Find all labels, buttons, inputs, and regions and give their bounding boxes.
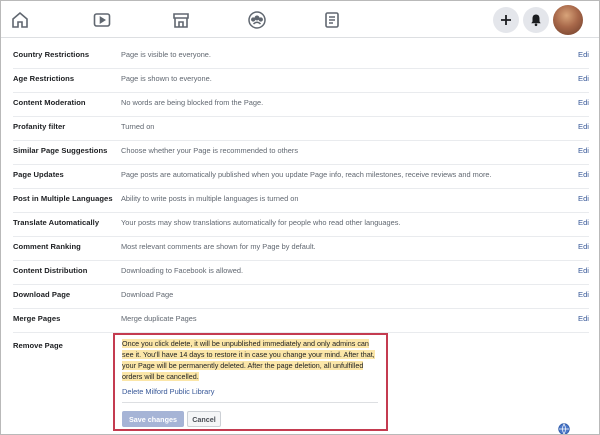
marketplace-icon[interactable] <box>170 9 192 31</box>
settings-row[interactable]: Content Distribution Downloading to Face… <box>1 261 599 285</box>
row-label: Comment Ranking <box>13 242 81 251</box>
edit-link[interactable]: Edi <box>578 146 589 155</box>
groups-icon[interactable] <box>246 9 268 31</box>
edit-link[interactable]: Edi <box>578 314 589 323</box>
settings-window: Country Restrictions Page is visible to … <box>0 0 600 435</box>
settings-row[interactable]: Country Restrictions Page is visible to … <box>1 45 599 69</box>
settings-row[interactable]: Merge Pages Merge duplicate Pages Edi <box>1 309 599 333</box>
row-value: Ability to write posts in multiple langu… <box>121 194 299 203</box>
settings-row[interactable]: Page Updates Page posts are automaticall… <box>1 165 599 189</box>
top-navigation-bar <box>1 1 599 38</box>
row-value: Turned on <box>121 122 155 131</box>
edit-link[interactable]: Edi <box>578 218 589 227</box>
warning-text: Once you click delete, it will be unpubl… <box>122 339 375 381</box>
row-value: Merge duplicate Pages <box>121 314 197 323</box>
row-label: Post in Multiple Languages <box>13 194 113 203</box>
row-value: Page is shown to everyone. <box>121 74 212 83</box>
row-label: Download Page <box>13 290 71 299</box>
row-value: No words are being blocked from the Page… <box>121 98 264 107</box>
row-value: Choose whether your Page is recommended … <box>121 146 299 155</box>
settings-row[interactable]: Age Restrictions Page is shown to everyo… <box>1 69 599 93</box>
row-label: Translate Automatically <box>13 218 100 227</box>
edit-link[interactable]: Edi <box>578 50 589 59</box>
row-value: Page posts are automatically published w… <box>121 170 492 179</box>
edit-link[interactable]: Edi <box>578 242 589 251</box>
delete-page-link[interactable]: Delete Milford Public Library <box>122 387 214 396</box>
plus-icon[interactable] <box>493 7 519 33</box>
settings-row[interactable]: Comment Ranking Most relevant comments a… <box>1 237 599 261</box>
watch-icon[interactable] <box>91 9 113 31</box>
row-label: Merge Pages <box>13 314 61 323</box>
home-icon[interactable] <box>9 9 31 31</box>
row-value: Download Page <box>121 290 174 299</box>
settings-row[interactable]: Translate Automatically Your posts may s… <box>1 213 599 237</box>
settings-row[interactable]: Post in Multiple Languages Ability to wr… <box>1 189 599 213</box>
row-value: Page is visible to everyone. <box>121 50 211 59</box>
row-value: Downloading to Facebook is allowed. <box>121 266 244 275</box>
row-label: Similar Page Suggestions <box>13 146 108 155</box>
edit-link[interactable]: Edi <box>578 194 589 203</box>
row-label: Page Updates <box>13 170 64 179</box>
settings-row[interactable]: Similar Page Suggestions Choose whether … <box>1 141 599 165</box>
row-label: Content Distribution <box>13 266 88 275</box>
edit-link[interactable]: Edi <box>578 98 589 107</box>
divider <box>122 402 378 403</box>
settings-row[interactable]: Content Moderation No words are being bl… <box>1 93 599 117</box>
edit-link[interactable]: Edi <box>578 266 589 275</box>
row-label: Content Moderation <box>13 98 86 107</box>
row-value: Most relevant comments are shown for my … <box>121 242 316 251</box>
row-value: Your posts may show translations automat… <box>121 218 401 227</box>
edit-link[interactable]: Edi <box>578 170 589 179</box>
pages-icon[interactable] <box>321 9 343 31</box>
row-label: Country Restrictions <box>13 50 90 59</box>
edit-link[interactable]: Edi <box>578 290 589 299</box>
notifications-icon[interactable] <box>523 7 549 33</box>
settings-row[interactable]: Download Page Download Page Edi <box>1 285 599 309</box>
edit-link[interactable]: Edi <box>578 122 589 131</box>
profile-avatar[interactable] <box>553 5 583 35</box>
row-label: Profanity filter <box>13 122 66 131</box>
globe-icon[interactable] <box>558 422 570 434</box>
cancel-button[interactable]: Cancel <box>187 411 221 427</box>
remove-page-label: Remove Page <box>13 341 63 350</box>
save-changes-button[interactable]: Save changes <box>122 411 184 427</box>
settings-row[interactable]: Profanity filter Turned on Edi <box>1 117 599 141</box>
row-label: Age Restrictions <box>13 74 75 83</box>
edit-link[interactable]: Edi <box>578 74 589 83</box>
remove-page-warning: Once you click delete, it will be unpubl… <box>122 338 382 382</box>
